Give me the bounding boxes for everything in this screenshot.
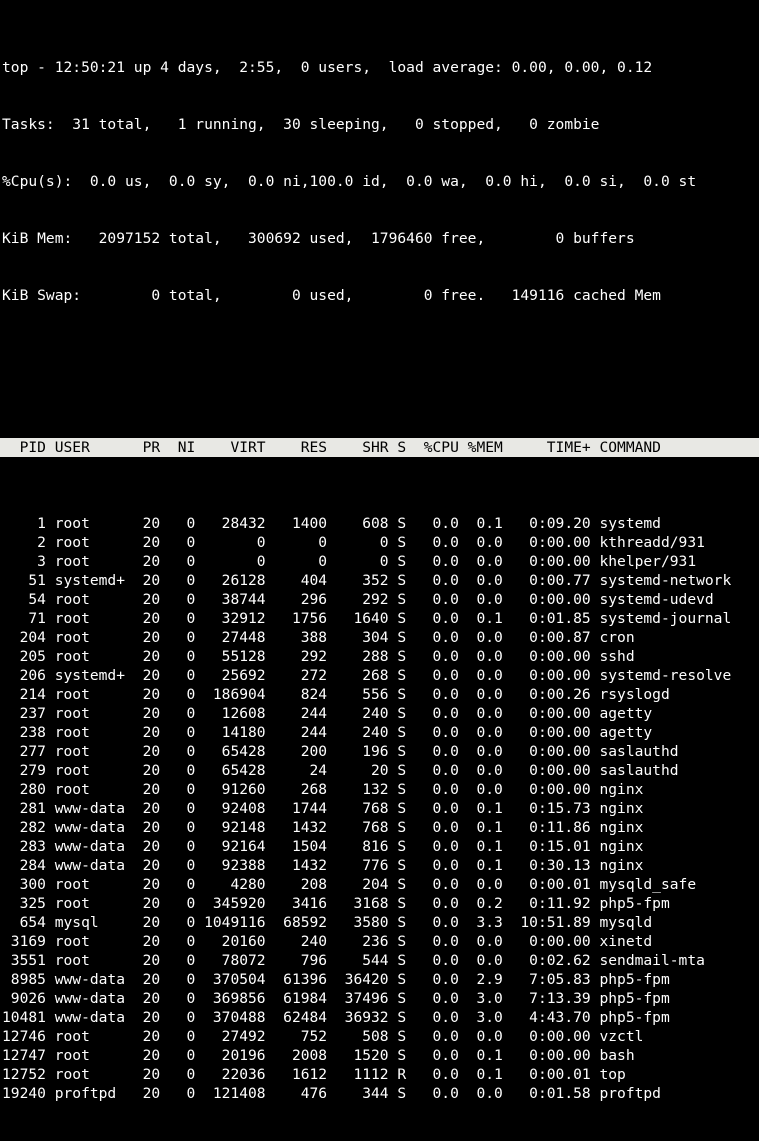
top-mem-line: KiB Mem: 2097152 total, 300692 used, 179… [2, 229, 759, 248]
top-cpu-line: %Cpu(s): 0.0 us, 0.0 sy, 0.0 ni,100.0 id… [2, 172, 759, 191]
table-row[interactable]: 2 root 20 0 0 0 0 S 0.0 0.0 0:00.00 kthr… [2, 533, 759, 552]
table-row[interactable]: 325 root 20 0 345920 3416 3168 S 0.0 0.2… [2, 894, 759, 913]
table-row[interactable]: 205 root 20 0 55128 292 288 S 0.0 0.0 0:… [2, 647, 759, 666]
process-table-header[interactable]: PID USER PR NI VIRT RES SHR S %CPU %MEM … [0, 438, 759, 457]
table-row[interactable]: 237 root 20 0 12608 244 240 S 0.0 0.0 0:… [2, 704, 759, 723]
table-row[interactable]: 283 www-data 20 0 92164 1504 816 S 0.0 0… [2, 837, 759, 856]
table-row[interactable]: 238 root 20 0 14180 244 240 S 0.0 0.0 0:… [2, 723, 759, 742]
table-row[interactable]: 204 root 20 0 27448 388 304 S 0.0 0.0 0:… [2, 628, 759, 647]
table-row[interactable]: 284 www-data 20 0 92388 1432 776 S 0.0 0… [2, 856, 759, 875]
table-row[interactable]: 12752 root 20 0 22036 1612 1112 R 0.0 0.… [2, 1065, 759, 1084]
table-row[interactable]: 282 www-data 20 0 92148 1432 768 S 0.0 0… [2, 818, 759, 837]
table-row[interactable]: 9026 www-data 20 0 369856 61984 37496 S … [2, 989, 759, 1008]
table-row[interactable]: 3169 root 20 0 20160 240 236 S 0.0 0.0 0… [2, 932, 759, 951]
table-row[interactable]: 3 root 20 0 0 0 0 S 0.0 0.0 0:00.00 khel… [2, 552, 759, 571]
top-uptime-line: top - 12:50:21 up 4 days, 2:55, 0 users,… [2, 58, 759, 77]
spacer-line [2, 362, 759, 381]
table-row[interactable]: 8985 www-data 20 0 370504 61396 36420 S … [2, 970, 759, 989]
table-row[interactable]: 54 root 20 0 38744 296 292 S 0.0 0.0 0:0… [2, 590, 759, 609]
top-tasks-line: Tasks: 31 total, 1 running, 30 sleeping,… [2, 115, 759, 134]
table-row[interactable]: 280 root 20 0 91260 268 132 S 0.0 0.0 0:… [2, 780, 759, 799]
terminal-screen[interactable]: top - 12:50:21 up 4 days, 2:55, 0 users,… [0, 0, 759, 1141]
table-row[interactable]: 277 root 20 0 65428 200 196 S 0.0 0.0 0:… [2, 742, 759, 761]
table-row[interactable]: 300 root 20 0 4280 208 204 S 0.0 0.0 0:0… [2, 875, 759, 894]
table-row[interactable]: 279 root 20 0 65428 24 20 S 0.0 0.0 0:00… [2, 761, 759, 780]
table-row[interactable]: 206 systemd+ 20 0 25692 272 268 S 0.0 0.… [2, 666, 759, 685]
table-row[interactable]: 12747 root 20 0 20196 2008 1520 S 0.0 0.… [2, 1046, 759, 1065]
table-row[interactable]: 19240 proftpd 20 0 121408 476 344 S 0.0 … [2, 1084, 759, 1103]
table-row[interactable]: 12746 root 20 0 27492 752 508 S 0.0 0.0 … [2, 1027, 759, 1046]
top-swap-line: KiB Swap: 0 total, 0 used, 0 free. 14911… [2, 286, 759, 305]
table-row[interactable]: 51 systemd+ 20 0 26128 404 352 S 0.0 0.0… [2, 571, 759, 590]
table-row[interactable]: 3551 root 20 0 78072 796 544 S 0.0 0.0 0… [2, 951, 759, 970]
process-table-body: 1 root 20 0 28432 1400 608 S 0.0 0.1 0:0… [2, 514, 759, 1103]
table-row[interactable]: 10481 www-data 20 0 370488 62484 36932 S… [2, 1008, 759, 1027]
table-row[interactable]: 281 www-data 20 0 92408 1744 768 S 0.0 0… [2, 799, 759, 818]
table-row[interactable]: 1 root 20 0 28432 1400 608 S 0.0 0.1 0:0… [2, 514, 759, 533]
table-row[interactable]: 71 root 20 0 32912 1756 1640 S 0.0 0.1 0… [2, 609, 759, 628]
table-row[interactable]: 654 mysql 20 0 1049116 68592 3580 S 0.0 … [2, 913, 759, 932]
table-row[interactable]: 214 root 20 0 186904 824 556 S 0.0 0.0 0… [2, 685, 759, 704]
